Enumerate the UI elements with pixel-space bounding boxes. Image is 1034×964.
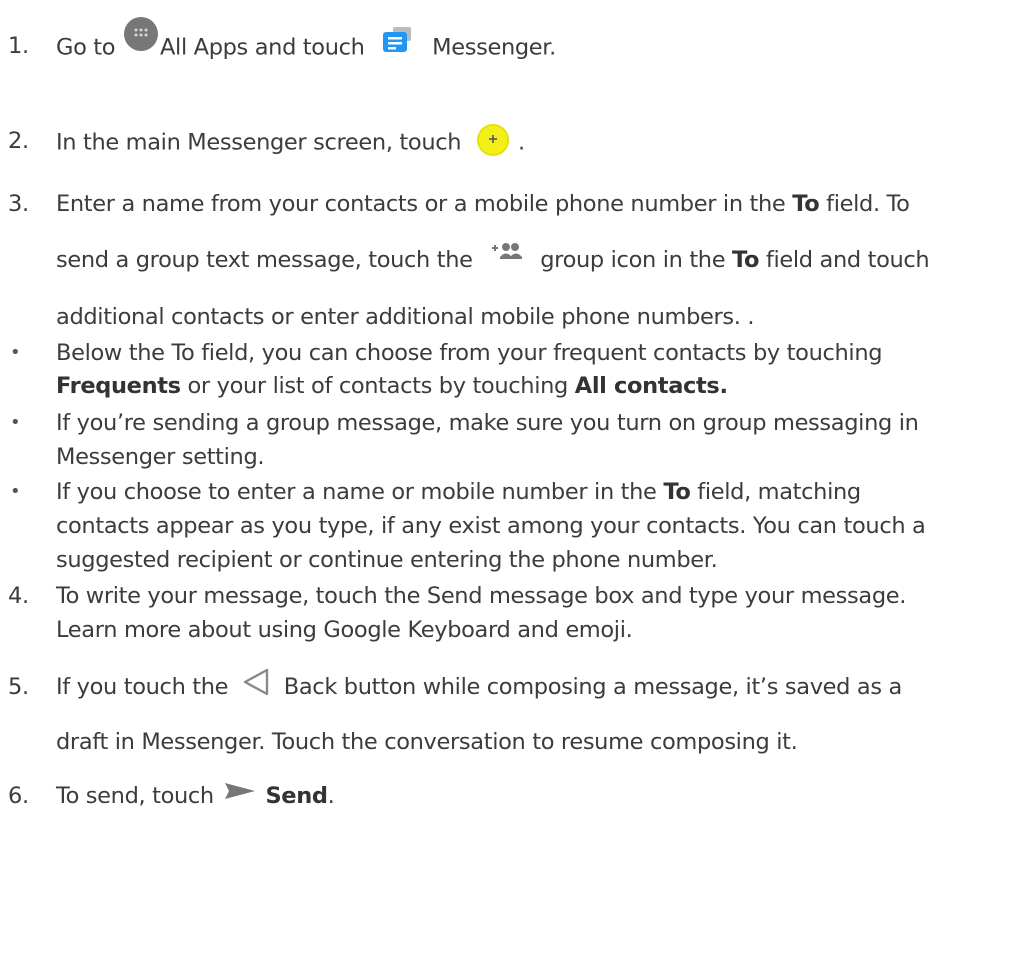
line-text: Below the To field, you can choose from … — [56, 340, 883, 366]
bold-term: All contacts. — [574, 373, 728, 399]
text-line: Frequents or your list of contacts by to… — [0, 371, 1034, 401]
send-icon — [224, 779, 255, 803]
messenger-app-icon — [381, 27, 415, 61]
text-line: suggested recipient or continue entering… — [0, 545, 1034, 575]
text-line: • Below the To field, you can choose from… — [0, 338, 1034, 368]
line-text: Enter a name from your contacts or a mob… — [56, 191, 910, 217]
text-line: Learn more about using Google Keyboard a… — [0, 615, 1034, 645]
line-text: To send, touch Send. — [56, 779, 335, 811]
line-text: send a group text message, touch the gro… — [56, 242, 930, 275]
step-number: 2. — [8, 128, 29, 154]
step-number: 1. — [8, 33, 29, 59]
line-text: Go to All Apps and touch Messenger. — [56, 17, 556, 65]
all-apps-icon — [124, 17, 158, 51]
line-text: In the main Messenger screen, touch . — [56, 124, 525, 160]
text-line: • If you choose to enter a name or mobile… — [0, 477, 1034, 507]
line-text: suggested recipient or continue entering… — [56, 547, 718, 573]
line-text: additional contacts or enter additional … — [56, 304, 755, 330]
instruction-document: 1. Go to All Apps and touch Messenger. 2. I… — [0, 0, 1034, 964]
line-text: If you choose to enter a name or mobile … — [56, 479, 861, 505]
text-line: additional contacts or enter additional … — [0, 302, 1034, 332]
text-line: Messenger setting. — [0, 442, 1034, 472]
back-button-icon — [239, 667, 273, 697]
line-text: Messenger setting. — [56, 444, 265, 470]
step-number: 5. — [8, 674, 29, 700]
line-text: If you’re sending a group message, make … — [56, 410, 919, 436]
text-line: 2. In the main Messenger screen, touch . — [0, 124, 1034, 156]
line-text: To write your message, touch the Send me… — [56, 583, 907, 609]
text-line: 3. Enter a name from your contacts or a m… — [0, 189, 1034, 219]
step-number: 4. — [8, 583, 29, 609]
text-line: send a group text message, touch the gro… — [0, 242, 1034, 275]
text-line: 6. To send, touch Send. — [0, 781, 1034, 811]
step-number: 6. — [8, 783, 29, 809]
text-line: draft in Messenger. Touch the conversati… — [0, 727, 1034, 757]
text-line: 5. If you touch the Back button while com… — [0, 668, 1034, 703]
bold-term: To — [732, 247, 760, 273]
line-text: If you touch the Back button while compo… — [56, 668, 902, 703]
line-text: Learn more about using Google Keyboard a… — [56, 617, 633, 643]
bold-term: To — [792, 191, 820, 217]
text-line: 4. To write your message, touch the Send … — [0, 581, 1034, 611]
new-message-fab-icon — [476, 124, 510, 158]
line-text: Frequents or your list of contacts by to… — [56, 373, 728, 399]
text-line: • If you’re sending a group message, make… — [0, 408, 1034, 438]
line-text: contacts appear as you type, if any exis… — [56, 513, 926, 539]
text-line: contacts appear as you type, if any exis… — [0, 511, 1034, 541]
bold-term: Frequents — [56, 373, 181, 399]
step-number: 3. — [8, 191, 29, 217]
add-group-icon — [489, 241, 523, 265]
text-line: 1. Go to All Apps and touch Messenger. — [0, 17, 1034, 61]
bullet-marker: • — [10, 481, 21, 502]
bullet-marker: • — [10, 412, 21, 433]
bold-term: Send — [265, 783, 328, 809]
line-text: draft in Messenger. Touch the conversati… — [56, 729, 798, 755]
bold-term: To — [663, 479, 691, 505]
bullet-marker: • — [10, 342, 21, 363]
